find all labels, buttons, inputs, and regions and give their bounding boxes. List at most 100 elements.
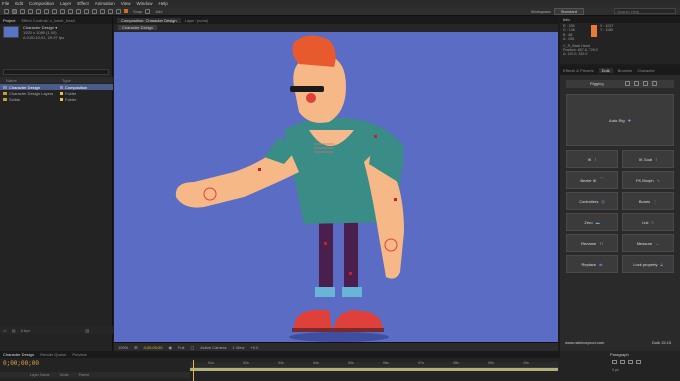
menu-item-animation[interactable]: Animation xyxy=(95,1,115,6)
align-left-icon[interactable] xyxy=(612,360,617,364)
rotation-tool-icon[interactable] xyxy=(36,8,41,14)
puppet-tool-icon[interactable] xyxy=(116,8,121,14)
current-time[interactable]: 0;00;00;00 xyxy=(144,345,163,350)
menu-item-composition[interactable]: Composition xyxy=(29,1,54,6)
list-button[interactable]: List ≡ xyxy=(622,213,674,231)
composition-viewer[interactable] xyxy=(114,32,558,357)
project-search-input[interactable] xyxy=(3,69,109,75)
menu-item-layer[interactable]: Layer xyxy=(60,1,71,6)
bezier-ik-button[interactable]: Bezier IK ⌒ xyxy=(566,171,618,189)
menu-item-effect[interactable]: Effect xyxy=(77,1,88,6)
menu-item-help[interactable]: Help xyxy=(158,1,167,6)
ik-button[interactable]: IK ⌇ xyxy=(566,150,618,168)
tab-project[interactable]: Project xyxy=(3,18,15,23)
column-mode[interactable]: Mode xyxy=(60,373,69,377)
hand-tool-icon[interactable] xyxy=(20,8,25,14)
roto-brush-tool-icon[interactable] xyxy=(108,8,113,14)
tab-duik[interactable]: Duik xyxy=(598,67,613,73)
zero-button[interactable]: Zero ▬ xyxy=(566,213,618,231)
bones-button[interactable]: Bones ⋮ xyxy=(622,192,674,210)
tab-layer[interactable]: Layer: (none) xyxy=(185,18,209,23)
right-leg xyxy=(344,212,358,292)
animation-icon[interactable] xyxy=(625,81,630,86)
ruler-label: 01s xyxy=(208,361,214,365)
menu-item-window[interactable]: Window xyxy=(136,1,152,6)
region-of-interest-icon[interactable]: ▢ xyxy=(190,345,194,350)
camera-icon[interactable] xyxy=(634,81,639,86)
snapping-label: Snap xyxy=(133,8,143,14)
resolution-dropdown[interactable]: Full xyxy=(178,345,184,350)
interpret-footage-icon[interactable]: ▭ xyxy=(3,328,7,333)
folder-icon xyxy=(3,97,7,101)
lock-property-button[interactable]: Lock property 🔒︎ xyxy=(622,255,674,273)
type-tool-icon[interactable] xyxy=(76,8,81,14)
menu-item-view[interactable]: View xyxy=(121,1,131,6)
tab-composition[interactable]: Composition: Character Design xyxy=(117,17,181,23)
work-area-bar[interactable] xyxy=(190,368,558,371)
tab-effects-presets[interactable]: Effects & Presets xyxy=(563,68,594,73)
pen-tool-icon[interactable] xyxy=(68,8,73,14)
eraser-tool-icon[interactable] xyxy=(100,8,105,14)
bezier-ik-label: Bezier IK xyxy=(580,177,597,183)
magnification-dropdown[interactable]: 100% xyxy=(118,345,128,350)
selection-tool-icon[interactable] xyxy=(12,8,17,14)
bit-depth[interactable]: 8 bpc xyxy=(21,328,31,333)
pan-behind-tool-icon[interactable] xyxy=(52,8,57,14)
camera-tool-icon[interactable] xyxy=(44,8,49,14)
zoom-tool-icon[interactable] xyxy=(28,8,33,14)
controllers-button[interactable]: Controllers ◎ xyxy=(566,192,618,210)
comp-breadcrumb[interactable]: Character Design xyxy=(118,25,158,30)
snap-option-icon[interactable] xyxy=(145,8,151,14)
paragraph-indent-value[interactable]: 0 px xyxy=(612,368,619,372)
ik-goal-button[interactable]: IK Goal ⌇ xyxy=(622,150,674,168)
snapshot-icon[interactable]: ◉ xyxy=(169,345,173,350)
rename-button[interactable]: Rename Tt xyxy=(566,234,618,252)
new-folder-icon[interactable]: ▤ xyxy=(12,328,16,333)
autorig-button[interactable]: Auto-Rig ✚ xyxy=(566,94,674,146)
align-center-icon[interactable] xyxy=(620,360,625,364)
help-icon[interactable] xyxy=(652,81,657,86)
project-item[interactable]: Solids Folder xyxy=(0,96,113,102)
shape-tool-icon[interactable] xyxy=(60,8,65,14)
tab-info[interactable]: Info xyxy=(560,16,680,23)
tab-paragraph[interactable]: Paragraph xyxy=(610,352,629,357)
joint-marker xyxy=(349,272,352,275)
grid-icon[interactable]: ⊞ xyxy=(134,345,137,350)
tab-effect-controls[interactable]: Effect Controls: c_lower_head xyxy=(21,18,74,23)
bezier-ik-icon: ⌒ xyxy=(599,177,604,182)
search-help-input[interactable]: Search Help xyxy=(614,8,676,14)
column-parent[interactable]: Parent xyxy=(79,373,90,377)
column-type[interactable]: Type xyxy=(62,78,71,83)
ruler-label: 09s xyxy=(488,361,494,365)
replace-button[interactable]: Replace ⇄ xyxy=(566,255,618,273)
tab-character[interactable]: Character xyxy=(637,68,655,73)
tab-timeline-comp[interactable]: Character Design xyxy=(3,352,34,357)
exposure-value[interactable]: +0.0 xyxy=(250,345,258,350)
menu-item-edit[interactable]: Edit xyxy=(15,1,23,6)
settings-icon[interactable] xyxy=(643,81,648,86)
tab-brushes[interactable]: Brushes xyxy=(618,68,633,73)
measure-button[interactable]: Measure ↔ xyxy=(622,234,674,252)
fk-morph-button[interactable]: FK Morph ∿ xyxy=(622,171,674,189)
camera-dropdown[interactable]: Active Camera xyxy=(200,345,226,350)
snapping-checkbox[interactable] xyxy=(124,9,128,13)
timeline-current-time[interactable]: 0;00;00;00 xyxy=(3,360,39,367)
views-dropdown[interactable]: 1 View xyxy=(232,345,244,350)
brush-tool-icon[interactable] xyxy=(84,8,89,14)
list-label: List xyxy=(642,219,649,225)
clone-stamp-tool-icon[interactable] xyxy=(92,8,97,14)
left-leg xyxy=(319,212,333,292)
tab-render-queue[interactable]: Render Queue xyxy=(40,352,66,357)
column-layer-name[interactable]: Layer Name xyxy=(30,373,50,377)
menu-item-file[interactable]: File xyxy=(2,1,9,6)
justify-icon[interactable] xyxy=(636,360,641,364)
trash-icon[interactable]: ▥ xyxy=(85,328,89,333)
column-name[interactable]: Name xyxy=(6,78,17,83)
duik-section-title[interactable]: Rigging xyxy=(566,80,674,88)
tab-preview[interactable]: Preview xyxy=(72,352,86,357)
home-icon[interactable] xyxy=(4,8,9,14)
align-right-icon[interactable] xyxy=(628,360,633,364)
duik-website-link[interactable]: www.rainboxprod.com xyxy=(565,340,604,345)
current-time-indicator[interactable] xyxy=(193,360,194,381)
workspace-dropdown[interactable]: Standard xyxy=(553,8,584,15)
